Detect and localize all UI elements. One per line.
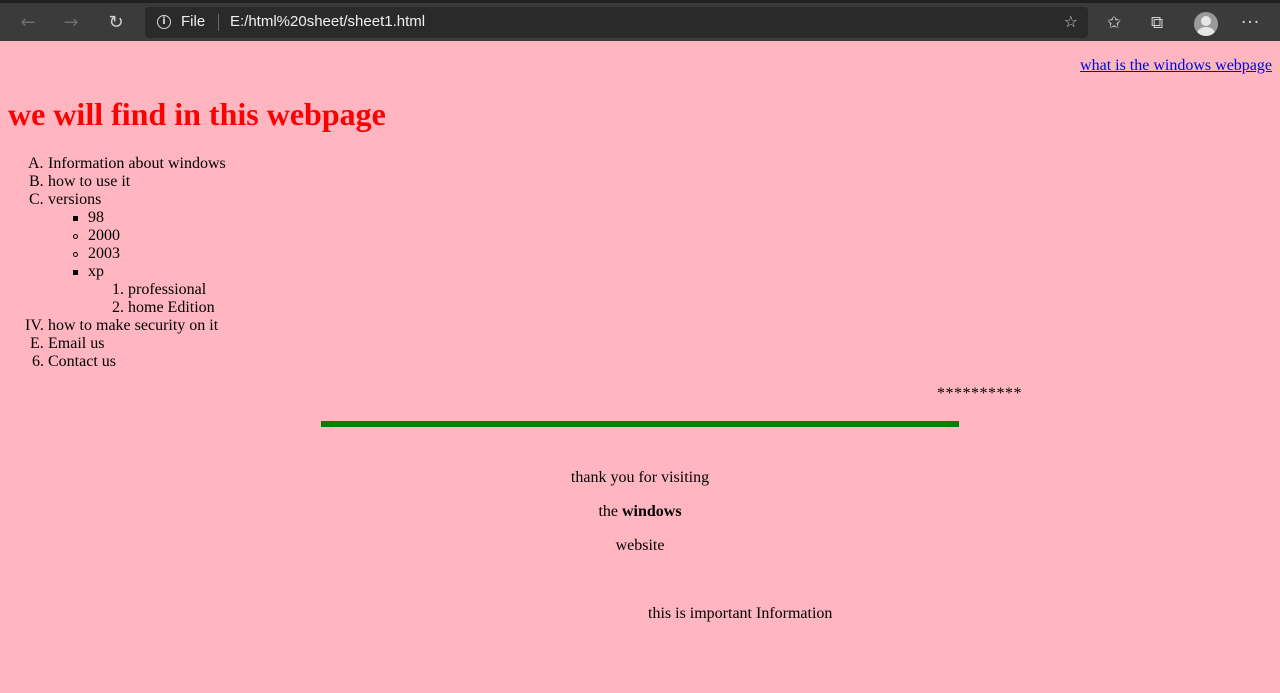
list-marker: 2. <box>112 299 124 316</box>
version-text: xp <box>88 263 104 280</box>
version-text: 98 <box>88 209 104 226</box>
list-marker: B. <box>29 173 44 190</box>
the-prefix: the <box>598 503 618 520</box>
list-item-text: how to use it <box>48 173 131 190</box>
windows-bold-text: windows <box>621 503 682 520</box>
edition-text: home Edition <box>128 299 215 316</box>
the-windows-line: the windows <box>0 503 1280 521</box>
avatar-body <box>1197 27 1215 36</box>
square-bullet-icon <box>73 270 78 275</box>
add-favorite-icon[interactable]: ☆ <box>1064 12 1078 32</box>
windows-webpage-link[interactable]: what is the windows webpage <box>1080 57 1272 75</box>
list-marker: 1. <box>112 281 124 298</box>
favorites-icon[interactable]: ✩ <box>1107 12 1121 34</box>
forward-arrow-icon: → <box>63 12 79 33</box>
green-horizontal-rule <box>321 421 959 427</box>
reload-icon: ↻ <box>108 12 124 33</box>
version-text: 2000 <box>88 227 120 244</box>
edition-text: professional <box>128 281 207 298</box>
address-bar[interactable]: i File E:/html%20sheet/sheet1.html ☆ <box>145 7 1088 38</box>
more-menu-icon[interactable]: ··· <box>1241 12 1260 34</box>
reload-button[interactable]: ↻ <box>103 10 129 36</box>
back-arrow-icon: ← <box>20 12 36 33</box>
important-text: this is important Information <box>648 605 833 622</box>
stars-text: ********** <box>937 385 1022 402</box>
thanks-text: thank you for visiting <box>570 469 710 486</box>
list-item-text: how to make security on it <box>48 317 219 334</box>
back-button[interactable]: ← <box>15 10 41 36</box>
version-text: 2003 <box>88 245 120 262</box>
list-marker: IV. <box>25 317 44 334</box>
square-bullet-icon <box>73 216 78 221</box>
list-item-text: versions <box>48 191 102 208</box>
forward-button[interactable]: → <box>58 10 84 36</box>
list-marker: 6. <box>32 353 44 370</box>
page-heading: we will find in this webpage <box>8 96 386 132</box>
collections-icon[interactable]: ⧉ <box>1151 12 1163 34</box>
list-item-text: Information about windows <box>48 155 226 172</box>
website-text: website <box>615 537 665 554</box>
circle-bullet-icon <box>73 252 78 257</box>
list-marker: C. <box>29 191 44 208</box>
url-text[interactable]: E:/html%20sheet/sheet1.html <box>230 13 425 31</box>
list-marker: E. <box>30 335 44 352</box>
list-item-text: Email us <box>48 335 105 352</box>
info-icon[interactable]: i <box>157 15 171 29</box>
list-marker: A. <box>28 155 44 172</box>
circle-bullet-icon <box>73 234 78 239</box>
profile-avatar[interactable] <box>1194 12 1218 36</box>
avatar-head <box>1201 16 1211 26</box>
list-item-text: Contact us <box>48 353 116 370</box>
file-label: File <box>181 13 206 30</box>
browser-toolbar: ← → ↻ i File E:/html%20sheet/sheet1.html… <box>0 0 1280 41</box>
address-separator <box>218 14 219 31</box>
